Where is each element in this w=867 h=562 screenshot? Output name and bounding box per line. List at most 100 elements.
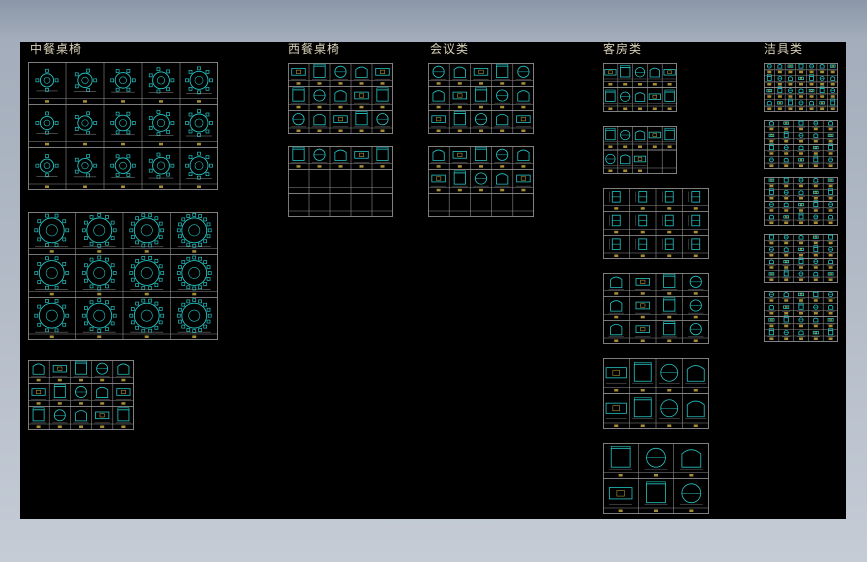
block-western-tables[interactable] (288, 146, 393, 217)
furniture-symbol (603, 153, 618, 166)
furniture-symbol (374, 68, 391, 80)
furniture-symbol (685, 365, 707, 384)
furniture-symbol (648, 131, 662, 142)
furniture-symbol (185, 151, 213, 180)
furniture-symbol (605, 402, 627, 419)
furniture-symbol (603, 89, 618, 104)
furniture-symbol (633, 92, 647, 104)
furniture-symbol (430, 115, 447, 128)
furniture-symbol (767, 328, 776, 337)
furniture-symbol (515, 65, 532, 80)
furniture-symbol (515, 174, 532, 187)
symbol-grid (603, 126, 677, 174)
furniture-symbol (662, 69, 677, 80)
furniture-symbol (662, 127, 677, 142)
furniture-symbol (494, 113, 510, 128)
symbol-grid (28, 62, 218, 190)
furniture-symbol (332, 115, 349, 128)
symbol-grid (28, 360, 134, 430)
furniture-symbol (332, 65, 349, 80)
furniture-symbol (658, 363, 680, 384)
furniture-symbol (73, 410, 89, 424)
furniture-symbol (775, 86, 784, 95)
furniture-symbol (34, 256, 70, 290)
furniture-symbol (618, 91, 632, 104)
furniture-symbol (494, 173, 510, 187)
furniture-symbol (129, 298, 165, 333)
block-guestroom-beds[interactable] (603, 63, 677, 112)
furniture-symbol (797, 257, 805, 266)
furniture-symbol (290, 146, 307, 163)
furniture-symbol (782, 269, 791, 279)
category-label-guest-room: 客房类 (603, 42, 643, 56)
symbol-grid (603, 443, 709, 514)
furniture-symbol (473, 146, 489, 163)
furniture-symbol (811, 291, 820, 299)
furniture-symbol (661, 297, 677, 314)
block-meeting-chairs[interactable] (428, 63, 534, 134)
block-sanitary-urinals[interactable] (764, 234, 838, 283)
furniture-symbol (452, 170, 468, 187)
furniture-symbol (807, 74, 816, 83)
block-western-chairs[interactable] (288, 63, 393, 134)
symbol-grid (288, 146, 393, 217)
cad-drawing-canvas[interactable]: 中餐桌椅 西餐桌椅 会议类 客房类 洁具类 (20, 42, 846, 519)
furniture-symbol (688, 238, 701, 250)
furniture-symbol (73, 360, 89, 377)
symbol-grid (603, 188, 709, 259)
furniture-symbol (818, 86, 827, 95)
block-sanitary-toilets[interactable] (764, 63, 838, 112)
block-chinese-chairs[interactable] (28, 360, 134, 430)
furniture-symbol (290, 113, 307, 128)
furniture-symbol (34, 213, 70, 248)
furniture-symbol (662, 238, 674, 250)
furniture-symbol (688, 275, 704, 290)
furniture-symbol (632, 397, 654, 419)
block-meeting-tables[interactable] (428, 146, 534, 217)
furniture-symbol (81, 298, 117, 333)
furniture-symbol (658, 399, 680, 419)
furniture-symbol (452, 66, 468, 80)
furniture-symbol (115, 388, 131, 400)
furniture-symbol (494, 148, 510, 163)
block-guestroom-sofas[interactable] (603, 126, 677, 174)
furniture-symbol (782, 131, 791, 140)
block-guestroom-wardrobes[interactable] (603, 358, 709, 429)
furniture-symbol (430, 174, 447, 187)
symbol-grid (764, 291, 838, 342)
furniture-symbol (767, 143, 776, 152)
furniture-symbol (185, 109, 213, 137)
furniture-symbol (811, 245, 820, 254)
furniture-symbol (110, 111, 136, 136)
furniture-symbol (311, 113, 328, 128)
furniture-symbol (73, 111, 98, 135)
block-guestroom-desks[interactable] (603, 273, 709, 344)
block-sanitary-basins[interactable] (764, 120, 838, 169)
furniture-symbol (35, 68, 59, 92)
furniture-symbol (374, 113, 391, 128)
furniture-symbol (73, 386, 89, 400)
furniture-symbol (786, 98, 795, 108)
furniture-symbol (796, 302, 806, 312)
block-guestroom-elevations[interactable] (603, 443, 709, 514)
furniture-symbol (176, 255, 212, 291)
furniture-symbol (603, 69, 618, 80)
block-sanitary-bathtubs[interactable] (764, 177, 838, 226)
symbol-grid (764, 120, 838, 169)
furniture-symbol (430, 65, 447, 80)
symbol-grid (603, 273, 709, 344)
furniture-symbol (648, 67, 662, 80)
block-chinese-large-tables[interactable] (28, 212, 218, 340)
furniture-symbol (311, 148, 328, 163)
furniture-symbol (332, 90, 349, 104)
furniture-symbol (115, 363, 131, 377)
furniture-symbol (31, 407, 47, 424)
block-guestroom-cabinets[interactable] (603, 188, 709, 259)
furniture-symbol (374, 87, 391, 104)
block-chinese-small-tables[interactable] (28, 62, 218, 190)
furniture-symbol (685, 400, 707, 419)
furniture-symbol (688, 323, 704, 338)
furniture-symbol (608, 300, 624, 314)
furniture-symbol (828, 98, 837, 108)
block-sanitary-showers[interactable] (764, 291, 838, 342)
